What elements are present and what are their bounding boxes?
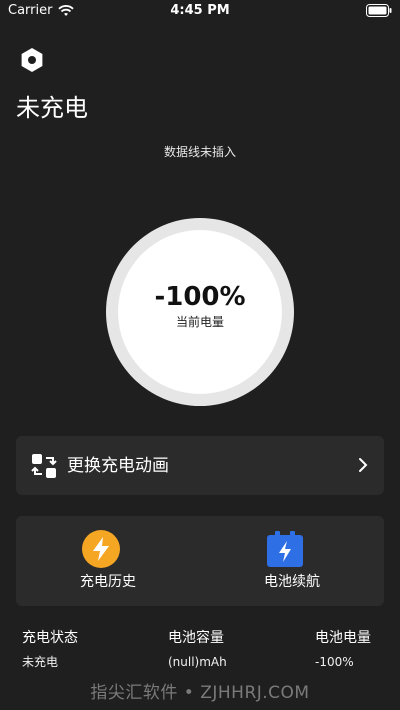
info-battery-level: 电池电量 -100% <box>315 628 371 670</box>
chevron-right-icon <box>359 458 368 472</box>
switch-animation-button[interactable]: 更换充电动画 <box>16 436 384 495</box>
info-battery-capacity: 电池容量 (null)mAh <box>168 628 227 670</box>
battery-charge-icon <box>267 531 303 567</box>
status-time: 4:45 PM <box>170 3 230 18</box>
info-value: 未充电 <box>22 655 59 669</box>
battery-status-icon <box>366 4 392 17</box>
actions-card: 充电历史 电池续航 <box>16 516 384 606</box>
status-bar: Carrier 4:45 PM <box>0 0 400 22</box>
info-charge-status: 充电状态 未充电 <box>22 628 78 670</box>
gauge-caption: 当前电量 <box>175 315 224 329</box>
info-label: 充电状态 <box>22 630 78 646</box>
lightning-icon <box>82 530 120 568</box>
charge-history-label: 充电历史 <box>80 574 136 590</box>
settings-hex-icon[interactable] <box>19 47 45 73</box>
info-value: -100% <box>315 655 354 669</box>
cable-status-text: 数据线未插入 <box>163 145 236 159</box>
battery-life-label: 电池续航 <box>264 574 320 590</box>
charge-history-button[interactable]: 充电历史 <box>16 516 200 606</box>
swap-icon <box>31 454 57 478</box>
switch-animation-label: 更换充电动画 <box>67 456 169 476</box>
battery-life-button[interactable]: 电池续航 <box>200 516 384 606</box>
watermark-text: 指尖汇软件 • ZJHHRJ.COM <box>90 683 310 703</box>
page-title: 未充电 <box>16 94 88 122</box>
info-label: 电池容量 <box>168 630 224 646</box>
info-label: 电池电量 <box>315 630 371 646</box>
info-value: (null)mAh <box>168 655 227 669</box>
gauge-value: -100% <box>154 282 246 312</box>
